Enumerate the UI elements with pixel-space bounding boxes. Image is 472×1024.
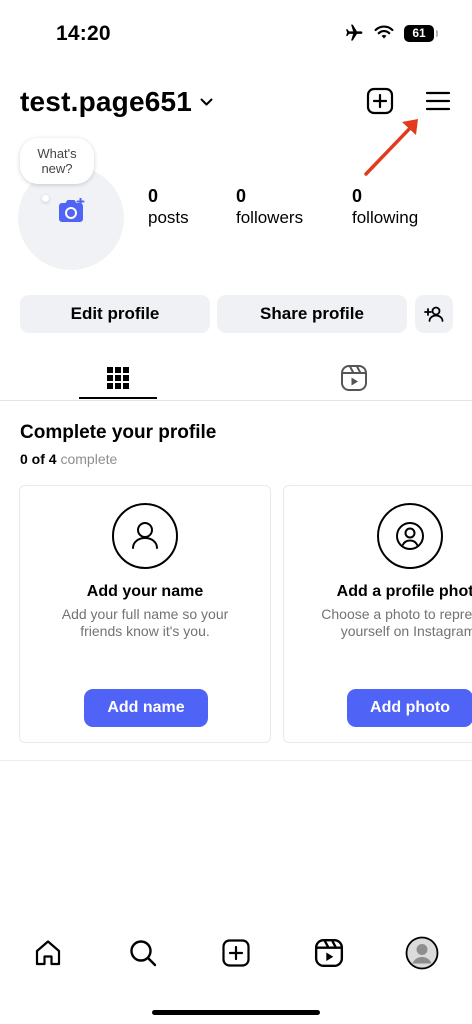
card-description: Add your full name so your friends know … (20, 606, 270, 640)
search-icon (130, 940, 157, 967)
chevron-down-icon (200, 98, 213, 105)
reels-icon (341, 365, 367, 391)
nav-home[interactable] (30, 935, 66, 971)
add-photo-button[interactable]: Add photo (347, 689, 472, 727)
status-time: 14:20 (56, 22, 111, 45)
annotation-arrow-icon (364, 119, 418, 176)
nav-create[interactable] (218, 935, 254, 971)
nav-profile[interactable] (404, 935, 440, 971)
discover-people-button[interactable] (415, 295, 453, 333)
tab-divider (0, 400, 472, 401)
profile-avatar-icon (405, 936, 439, 970)
card-description-line: Choose a photo to represent (321, 606, 472, 622)
active-tab-indicator (79, 397, 157, 399)
share-profile-button[interactable]: Share profile (217, 295, 407, 333)
card-description: Choose a photo to represent yourself on … (284, 606, 472, 640)
add-name-card: Add your name Add your full name so your… (19, 485, 271, 743)
airplane-mode-icon (346, 24, 363, 41)
add-square-icon (222, 939, 250, 967)
complete-profile-title: Complete your profile (20, 422, 217, 443)
home-icon (35, 940, 61, 966)
wifi-icon (374, 25, 394, 39)
whats-new-bubble[interactable]: What's new? (20, 138, 94, 184)
posts-label: posts (148, 208, 189, 227)
stat-following[interactable]: 0 following (352, 186, 418, 228)
add-person-icon (424, 306, 444, 322)
add-square-icon (366, 87, 394, 115)
add-name-button[interactable]: Add name (84, 689, 208, 727)
stat-followers[interactable]: 0 followers (236, 186, 303, 228)
posts-count: 0 (148, 186, 159, 206)
progress-suffix: complete (60, 451, 118, 467)
card-title: Add a profile photo (336, 583, 472, 600)
complete-profile-progress: 0 of 4 complete (20, 451, 117, 467)
grid-icon (107, 367, 129, 389)
following-count: 0 (352, 186, 363, 206)
person-icon (112, 503, 178, 569)
battery-icon: 61 (404, 24, 438, 42)
card-description-line: Add your full name so your (61, 606, 229, 622)
stat-posts[interactable]: 0 posts (148, 186, 189, 228)
add-photo-card-content: Add a profile photo Choose a photo to re… (284, 486, 472, 742)
following-label: following (352, 208, 419, 227)
username: test.page651 (20, 86, 193, 117)
menu-button[interactable] (423, 86, 453, 116)
nav-search[interactable] (125, 935, 161, 971)
hamburger-menu-icon (425, 91, 451, 111)
bottom-nav (0, 935, 472, 975)
bubble-tail (42, 195, 49, 202)
card-description-line: yourself on Instagram. (340, 623, 472, 639)
tab-grid[interactable] (79, 356, 157, 400)
status-icons: 61 (344, 23, 438, 43)
add-photo-card: Add a profile photo Choose a photo to re… (283, 485, 472, 743)
tab-reels[interactable] (315, 356, 393, 400)
status-bar: 14:20 61 (0, 0, 472, 60)
battery-level: 61 (412, 26, 426, 40)
reels-icon (314, 938, 344, 968)
followers-count: 0 (236, 186, 247, 206)
edit-profile-button[interactable]: Edit profile (20, 295, 210, 333)
followers-label: followers (236, 208, 304, 227)
camera-plus-icon[interactable] (56, 198, 86, 224)
profile-photo-icon (377, 503, 443, 569)
home-indicator (152, 1010, 320, 1015)
nav-reels[interactable] (311, 935, 347, 971)
card-description-line: friends know it's you. (80, 623, 210, 639)
card-title: Add your name (86, 583, 204, 600)
account-switcher[interactable]: test.page651 (20, 86, 213, 118)
section-divider (0, 760, 472, 761)
progress-count: 0 of 4 (20, 451, 57, 467)
